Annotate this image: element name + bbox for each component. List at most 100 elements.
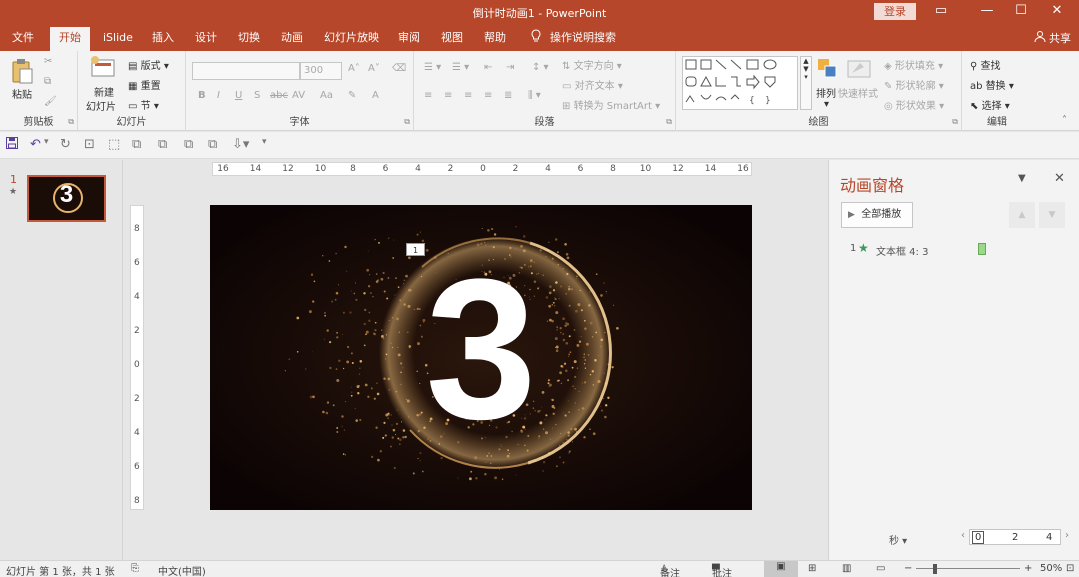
reading-view-icon[interactable]: ▥: [842, 563, 851, 574]
shape-outline-button[interactable]: ✎ 形状轮廓 ▾: [884, 77, 944, 93]
save-icon[interactable]: [6, 137, 18, 153]
paste-icon[interactable]: [10, 58, 34, 87]
arrange-chevron-down-icon[interactable]: ▾: [824, 99, 829, 110]
seconds-dropdown[interactable]: 秒 ▾: [889, 532, 907, 547]
ribbon-display-options-icon[interactable]: ▭: [918, 0, 964, 24]
zoom-out-icon[interactable]: −: [904, 563, 912, 574]
zoom-slider-thumb[interactable]: [933, 564, 937, 574]
group-icon[interactable]: ⧉: [132, 137, 141, 152]
tab-animations[interactable]: 动画: [281, 29, 303, 51]
align-text-button[interactable]: ▭ 对齐文本 ▾: [562, 77, 623, 93]
zoom-in-icon[interactable]: +: [1024, 563, 1032, 574]
drawing-launcher-icon[interactable]: ⧉: [952, 117, 958, 127]
undo-dropdown-icon[interactable]: ▾: [44, 137, 49, 147]
italic-button[interactable]: I: [217, 90, 220, 101]
redo-icon[interactable]: ↻: [60, 137, 71, 152]
tab-islide[interactable]: iSlide: [103, 29, 133, 51]
timeline-scroll-right-icon[interactable]: ›: [1065, 530, 1069, 541]
font-name-combo[interactable]: [192, 62, 300, 80]
columns-icon[interactable]: ⫼ ▾: [528, 90, 541, 101]
line-spacing-icon[interactable]: ↕ ▾: [532, 62, 549, 73]
justify-icon[interactable]: ≡: [484, 90, 492, 101]
numbering-icon[interactable]: ☰ ▾: [452, 62, 469, 73]
find-button[interactable]: ⚲ 查找: [970, 57, 1001, 73]
text-direction-button[interactable]: ⇅ 文字方向 ▾: [562, 57, 622, 73]
slide-canvas[interactable]: 3 1: [210, 205, 752, 510]
decrease-indent-icon[interactable]: ⇤: [484, 62, 492, 73]
align-dropdown-icon[interactable]: ⇩▾: [232, 137, 249, 152]
tell-me-search[interactable]: 操作说明搜索: [550, 29, 616, 51]
tab-design[interactable]: 设计: [195, 29, 217, 51]
tab-review[interactable]: 审阅: [398, 29, 420, 51]
font-launcher-icon[interactable]: ⧉: [404, 117, 410, 127]
copy-icon[interactable]: ⧉: [44, 76, 51, 87]
reset-button[interactable]: ▦ 重置: [128, 77, 161, 93]
pane-options-chevron-down-icon[interactable]: ▼: [1018, 173, 1026, 184]
shape-effects-button[interactable]: ◎ 形状效果 ▾: [884, 97, 944, 113]
new-slide-icon[interactable]: [90, 56, 116, 83]
slide-sorter-view-icon[interactable]: ⊞: [808, 563, 816, 574]
layout-button[interactable]: ▤ 版式 ▾: [128, 57, 169, 73]
strikethrough-button[interactable]: abc: [270, 90, 288, 101]
big-number[interactable]: 3: [406, 237, 556, 462]
present-icon[interactable]: ⊡: [84, 137, 95, 152]
tab-file[interactable]: 文件: [12, 29, 34, 51]
bullets-icon[interactable]: ☰ ▾: [424, 62, 441, 73]
bold-button[interactable]: B: [198, 90, 206, 101]
share-button[interactable]: 共享: [1034, 30, 1071, 46]
quick-styles-label[interactable]: 快速样式: [838, 85, 878, 100]
tab-view[interactable]: 视图: [441, 29, 463, 51]
text-shadow-button[interactable]: S: [254, 90, 260, 101]
font-size-combo[interactable]: 300: [300, 62, 342, 80]
highlight-icon[interactable]: ✎: [348, 90, 356, 101]
cut-icon[interactable]: ✂: [44, 56, 52, 67]
close-icon[interactable]: ✕: [1034, 0, 1079, 24]
new-slide-label-2[interactable]: 幻灯片: [86, 98, 116, 113]
zoom-level[interactable]: 50%: [1040, 563, 1062, 574]
tab-help[interactable]: 帮助: [484, 29, 506, 51]
timeline-scroll-left-icon[interactable]: ‹: [961, 530, 965, 541]
format-painter-icon[interactable]: 🖌: [44, 96, 57, 107]
character-spacing-button[interactable]: AV: [292, 90, 305, 101]
bring-forward-icon[interactable]: ⧉: [184, 137, 193, 152]
shapes-gallery[interactable]: {}: [682, 56, 798, 110]
clipboard-launcher-icon[interactable]: ⧉: [68, 117, 74, 127]
tab-slideshow[interactable]: 幻灯片放映: [324, 29, 379, 51]
fit-slide-icon[interactable]: ⊡: [1066, 563, 1074, 574]
slide-thumbnail-1[interactable]: 3: [27, 175, 106, 222]
select-button[interactable]: ⬉ 选择 ▾: [970, 97, 1010, 113]
tab-transitions[interactable]: 切换: [238, 29, 260, 51]
align-right-icon[interactable]: ≡: [464, 90, 472, 101]
smartart-button[interactable]: ⊞ 转换为 SmartArt ▾: [562, 97, 660, 113]
customize-qat-icon[interactable]: ▾: [262, 137, 267, 147]
arrange-icon[interactable]: [816, 57, 840, 84]
paragraph-launcher-icon[interactable]: ⧉: [666, 117, 672, 127]
clear-format-icon[interactable]: ⌫: [392, 63, 406, 74]
distribute-icon[interactable]: ≣: [504, 90, 512, 101]
move-down-icon[interactable]: ▼: [1039, 202, 1065, 228]
animation-list-item[interactable]: 1 ★ 文本框 4: 3: [839, 240, 1069, 260]
ungroup-icon[interactable]: ⧉: [158, 137, 167, 152]
section-button[interactable]: ▭ 节 ▾: [128, 97, 159, 113]
send-backward-icon[interactable]: ⧉: [208, 137, 217, 152]
timeline-bar[interactable]: [978, 243, 986, 255]
change-case-button[interactable]: Aa: [320, 90, 333, 101]
login-button[interactable]: 登录: [874, 3, 916, 20]
quick-styles-icon[interactable]: [846, 57, 872, 84]
move-up-icon[interactable]: ▲: [1009, 202, 1035, 228]
tab-home[interactable]: 开始: [50, 27, 90, 51]
slideshow-view-icon[interactable]: ▭: [876, 563, 885, 574]
close-pane-icon[interactable]: ✕: [1054, 171, 1065, 186]
shapes-gallery-scroll[interactable]: ▲ ▼ ▾: [800, 56, 812, 110]
normal-view-icon[interactable]: ▣: [764, 561, 798, 577]
undo-icon[interactable]: ↶: [30, 137, 41, 152]
play-all-button[interactable]: ▶ 全部播放: [841, 202, 913, 228]
decrease-font-icon[interactable]: A˅: [368, 63, 380, 74]
increase-font-icon[interactable]: A˄: [348, 63, 360, 74]
shape-fill-button[interactable]: ◈ 形状填充 ▾: [884, 57, 943, 73]
collapse-ribbon-icon[interactable]: ˄: [1062, 115, 1067, 126]
align-left-icon[interactable]: ≡: [424, 90, 432, 101]
align-objects-icon[interactable]: ⬚: [108, 137, 120, 152]
spellcheck-icon[interactable]: ⎘: [131, 563, 139, 574]
increase-indent-icon[interactable]: ⇥: [506, 62, 514, 73]
